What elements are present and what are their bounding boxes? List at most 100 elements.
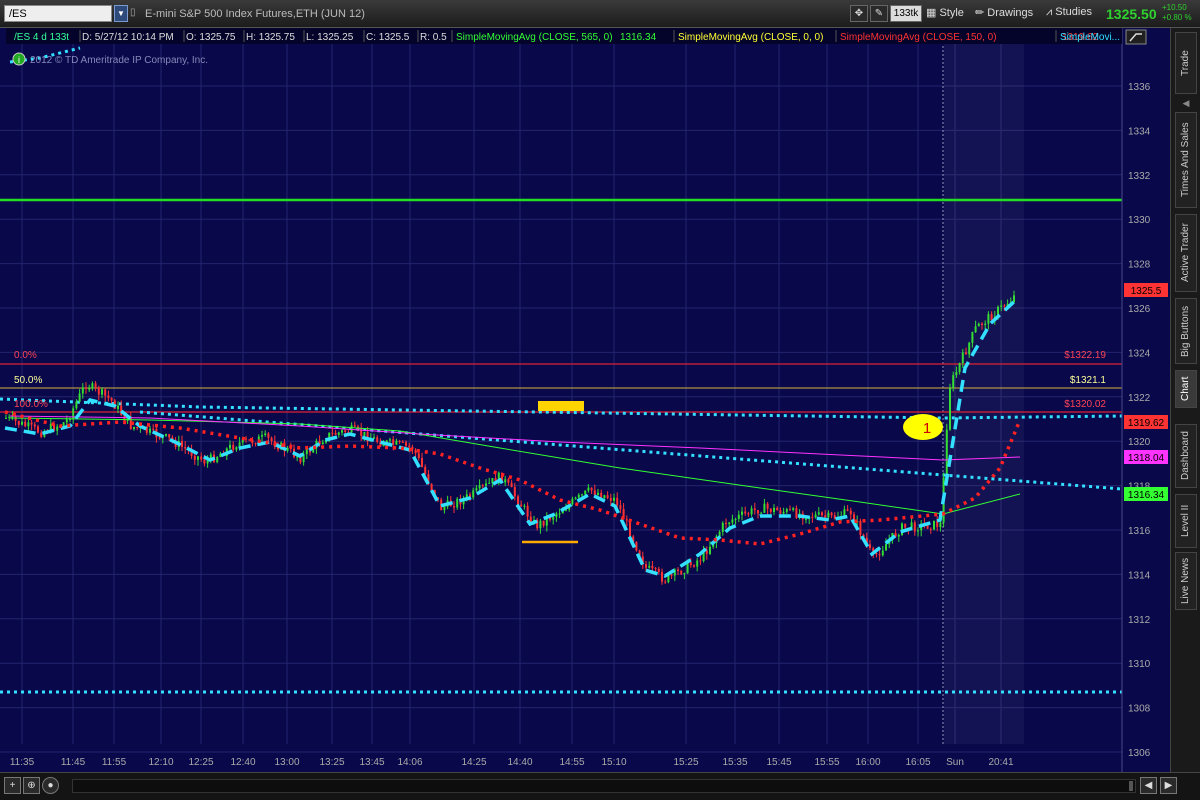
open-readout: O: 1325.75	[186, 32, 236, 43]
style-button[interactable]: ▦ Style	[926, 6, 964, 19]
chart-bottom-bar: + ⊕ ● ◀ ▶	[0, 772, 1200, 800]
price-bubble: 1316.34	[1124, 487, 1168, 501]
tab-live-news[interactable]: Live News	[1175, 552, 1197, 610]
price-chart[interactable]: 0.0% 50.0% 100.0% $1322.19 $1321.1 $1320.02 1 …	[0, 28, 1170, 772]
info-icon[interactable]: i	[12, 52, 26, 66]
candle-body	[961, 352, 964, 364]
candle-body	[21, 421, 23, 425]
candle-body	[136, 426, 139, 429]
tab-trade[interactable]: Trade	[1175, 32, 1197, 94]
candle-body	[789, 509, 791, 511]
price-tick: 1336	[1128, 82, 1151, 93]
time-tick: 15:45	[766, 757, 791, 768]
aggregation-button[interactable]: 133tk	[890, 5, 922, 22]
candle-body	[424, 466, 427, 475]
time-tick: 14:55	[559, 757, 584, 768]
price-tick: 1310	[1128, 659, 1151, 670]
candle-body	[885, 544, 887, 551]
scrollbar-thumb[interactable]	[1129, 781, 1133, 791]
candle-body	[376, 437, 379, 442]
candle-body	[520, 504, 523, 507]
time-tick: 15:55	[814, 757, 839, 768]
candle-body	[37, 426, 39, 433]
style-icon: ▦	[926, 7, 940, 19]
candle-body	[987, 314, 990, 324]
candle-body	[977, 323, 980, 327]
candle-body	[616, 497, 619, 506]
tab-big-buttons[interactable]: Big Buttons	[1175, 298, 1197, 364]
wrench-icon[interactable]: ✎	[870, 5, 888, 22]
study-value: 1316.34	[620, 32, 657, 43]
zoom-out-icon[interactable]: ●	[42, 777, 59, 794]
chart-symbol-label: /ES 4 d 133t	[14, 32, 69, 43]
link-icon[interactable]: ▯	[130, 7, 140, 19]
scroll-right-icon[interactable]: ▶	[1160, 777, 1177, 794]
collapse-arrow-icon[interactable]: ◀	[1179, 98, 1193, 108]
candle-body	[401, 441, 404, 443]
candle-body	[881, 550, 884, 556]
time-tick: 11:35	[10, 757, 35, 768]
candle-body	[78, 393, 81, 402]
time-tick: 11:45	[61, 757, 86, 768]
cursor-icon[interactable]: ✥	[850, 5, 868, 22]
scroll-left-icon[interactable]: ◀	[1140, 777, 1157, 794]
low-readout: L: 1325.25	[306, 32, 354, 43]
drawings-button[interactable]: ✏ Drawings	[975, 6, 1033, 19]
candle-body	[193, 455, 196, 460]
zoom-in-icon[interactable]: +	[4, 777, 21, 794]
candle-body	[110, 397, 113, 401]
study-label: SimpleMovingAvg (CLOSE, 565, 0)	[456, 32, 613, 43]
candle-body	[331, 432, 334, 434]
candle-body	[693, 565, 695, 567]
price-tick: 1320	[1128, 437, 1151, 448]
tab-chart[interactable]: Chart	[1175, 370, 1197, 408]
change-percent: +0.80 %	[1162, 13, 1192, 22]
candle-body	[571, 498, 574, 505]
candle-body	[504, 479, 507, 483]
candle-body	[558, 513, 561, 515]
candle-body	[779, 510, 782, 514]
candle-body	[56, 426, 59, 431]
symbol-dropdown-button[interactable]: ▼	[114, 5, 128, 22]
study-label: SimpleMovi...	[1060, 32, 1120, 43]
candle-body	[974, 326, 977, 333]
candle-body	[158, 437, 161, 439]
tab-active-trader[interactable]: Active Trader	[1175, 214, 1197, 292]
pencil-icon: ✏	[975, 7, 988, 19]
candle-body	[824, 515, 827, 518]
candle-body	[350, 425, 353, 433]
price-bubble-text: 1318.04	[1128, 453, 1165, 464]
price-bubble-text: 1316.34	[1128, 490, 1165, 501]
price-tick: 1316	[1128, 526, 1151, 537]
candle-body	[699, 560, 702, 562]
price-tick: 1306	[1128, 748, 1151, 759]
candle-body	[321, 442, 324, 445]
chart-canvas[interactable]: 0.0%50.0%100.0%$1322.19$1321.1$1320.021 …	[0, 28, 1170, 772]
candle-body	[104, 389, 107, 396]
tab-level-ii[interactable]: Level II	[1175, 494, 1197, 548]
candle-body	[725, 523, 727, 525]
candle-body	[168, 434, 171, 438]
tab-times-and-sales[interactable]: Times And Sales	[1175, 112, 1197, 208]
candle-body	[398, 440, 401, 442]
candle-body	[792, 508, 795, 510]
candle-body	[664, 581, 667, 583]
studies-button[interactable]: ⩘ Studies	[1046, 6, 1092, 19]
chart-settings-icon[interactable]	[1125, 29, 1147, 45]
candle-body	[184, 446, 187, 449]
candle-body	[933, 520, 935, 530]
time-tick: Sun	[946, 757, 964, 768]
candle-body	[97, 387, 100, 395]
fib-0-label: 0.0%	[14, 350, 37, 361]
zoom-fit-icon[interactable]: ⊕	[23, 777, 40, 794]
trade-marker[interactable]: 1	[903, 414, 943, 440]
candle-body	[507, 479, 510, 483]
candle-body	[587, 487, 590, 491]
tab-dashboard[interactable]: Dashboard	[1175, 424, 1197, 488]
symbol-input[interactable]	[4, 5, 112, 22]
horizontal-scrollbar[interactable]	[72, 779, 1136, 793]
time-tick: 13:00	[274, 757, 299, 768]
time-tick: 15:25	[673, 757, 698, 768]
candle-body	[443, 506, 446, 511]
candle-body	[827, 512, 830, 518]
